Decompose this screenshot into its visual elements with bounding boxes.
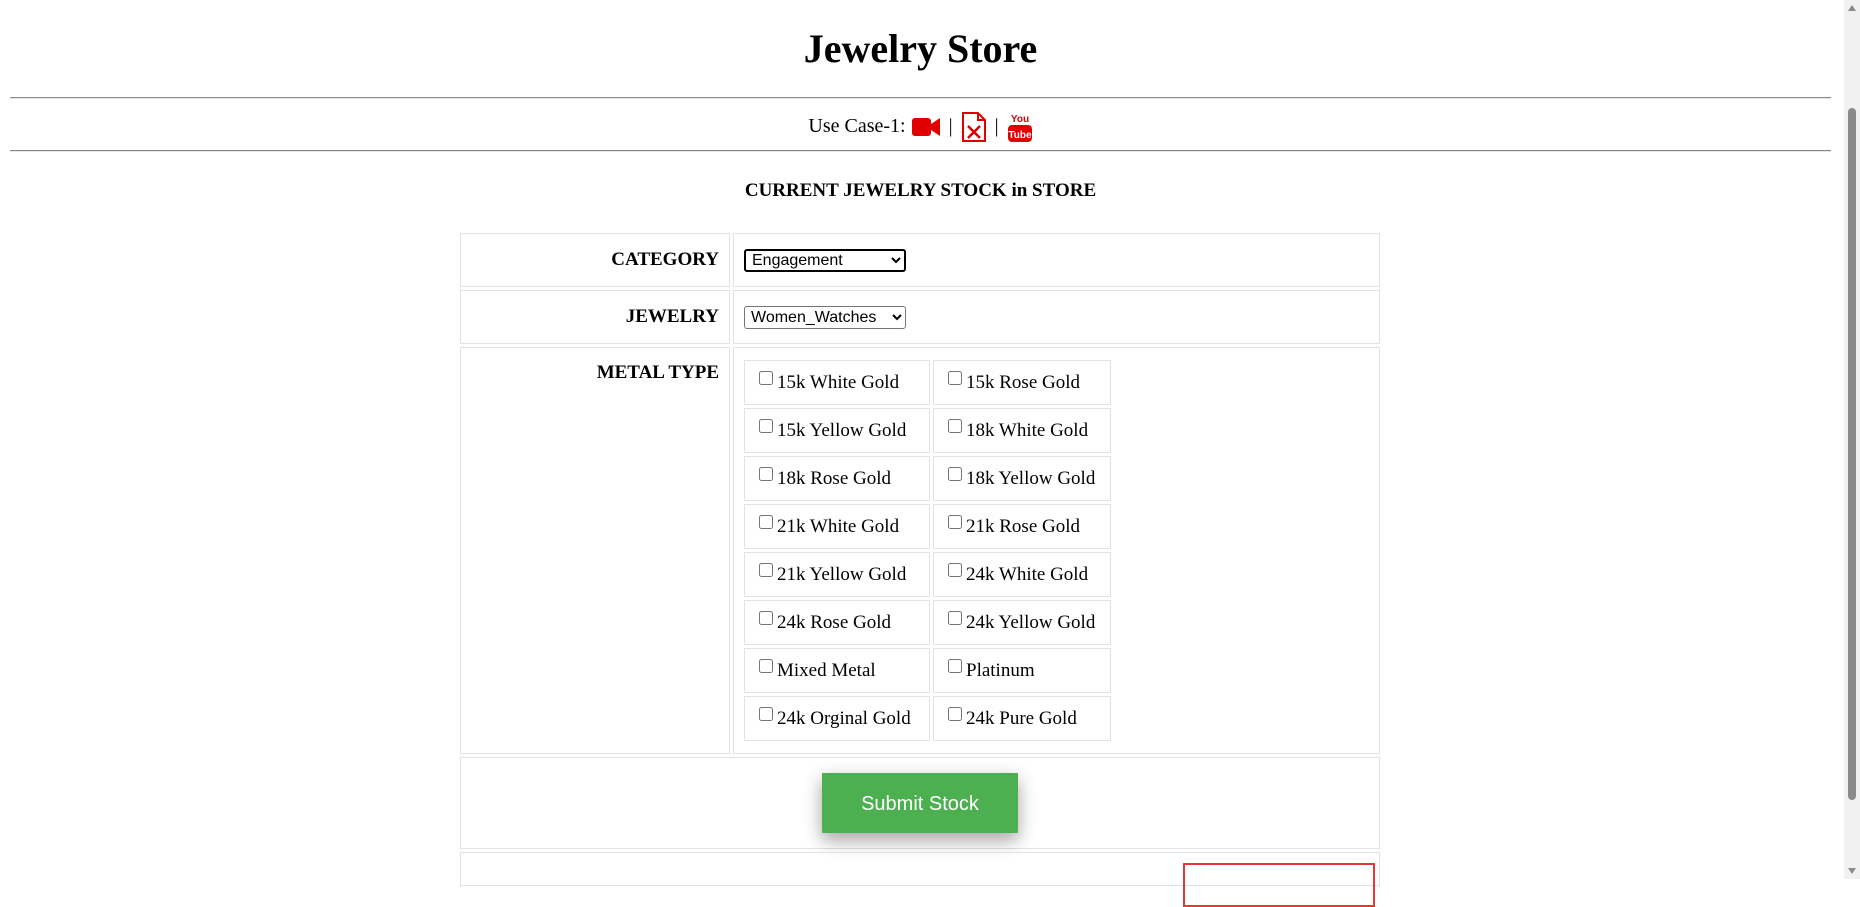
- scroll-up-arrow-icon[interactable]: [1848, 5, 1856, 11]
- metal-option-label: Platinum: [966, 660, 1035, 681]
- metal-option: Platinum: [933, 648, 1111, 693]
- video-camera-icon[interactable]: [911, 106, 941, 146]
- svg-text:You: You: [1011, 114, 1029, 125]
- metal-checkbox[interactable]: [948, 419, 962, 433]
- metal-option-label: 21k Yellow Gold: [777, 564, 907, 585]
- stock-form: CATEGORY Engagement JEWELRY Women_Watche…: [457, 230, 1383, 907]
- use-case-label: Use Case-1:: [808, 115, 906, 137]
- metal-option: 21k Rose Gold: [933, 504, 1111, 549]
- metal-type-grid-row: 24k Rose Gold 24k Yellow Gold: [744, 600, 1111, 645]
- red-outlined-box: [1183, 863, 1375, 907]
- metal-option: Mixed Metal: [744, 648, 930, 693]
- metal-checkbox[interactable]: [759, 515, 773, 529]
- metal-option: 15k Rose Gold: [933, 360, 1111, 405]
- metal-type-grid-row: 21k Yellow Gold 24k White Gold: [744, 552, 1111, 597]
- metal-type-label: METAL TYPE: [460, 347, 730, 754]
- youtube-icon[interactable]: You Tube: [1007, 106, 1033, 146]
- submit-row: Submit Stock: [460, 757, 1380, 849]
- metal-option-label: 18k White Gold: [966, 420, 1089, 441]
- metal-type-grid-row: 15k White Gold 15k Rose Gold: [744, 360, 1111, 405]
- jewelry-row: JEWELRY Women_Watches: [460, 290, 1380, 344]
- metal-option-label: 21k White Gold: [777, 516, 900, 537]
- metal-option-label: 15k White Gold: [777, 372, 900, 393]
- metal-checkbox[interactable]: [948, 707, 962, 721]
- metal-type-grid: 15k White Gold 15k Rose Gold 15k Yellow Go…: [741, 357, 1114, 744]
- page: Jewelry Store Use Case-1: | | You Tube C…: [10, 0, 1831, 907]
- metal-checkbox[interactable]: [948, 467, 962, 481]
- metal-checkbox[interactable]: [759, 707, 773, 721]
- metal-checkbox[interactable]: [759, 611, 773, 625]
- metal-type-grid-row: 15k Yellow Gold 18k White Gold: [744, 408, 1111, 453]
- jewelry-label: JEWELRY: [460, 290, 730, 344]
- metal-option: 24k Pure Gold: [933, 696, 1111, 741]
- metal-option-label: 15k Rose Gold: [966, 372, 1080, 393]
- use-case-separator-2: |: [994, 115, 999, 137]
- category-label: CATEGORY: [460, 233, 730, 287]
- metal-option: 24k White Gold: [933, 552, 1111, 597]
- metal-option: 15k Yellow Gold: [744, 408, 930, 453]
- metal-option: 18k White Gold: [933, 408, 1111, 453]
- use-case-bar: Use Case-1: | | You Tube: [10, 106, 1831, 146]
- metal-option: 21k Yellow Gold: [744, 552, 930, 597]
- divider-bottom: [10, 150, 1831, 152]
- metal-option-label: 21k Rose Gold: [966, 516, 1080, 537]
- category-row: CATEGORY Engagement: [460, 233, 1380, 287]
- metal-option-label: Mixed Metal: [777, 660, 876, 681]
- page-title: Jewelry Store: [803, 26, 1038, 71]
- metal-option: 18k Yellow Gold: [933, 456, 1111, 501]
- jewelry-select[interactable]: Women_Watches: [744, 305, 906, 329]
- metal-option-label: 15k Yellow Gold: [777, 420, 907, 441]
- use-case-separator: |: [948, 115, 953, 137]
- metal-option-label: 24k Pure Gold: [966, 708, 1077, 729]
- metal-type-grid-row: 21k White Gold 21k Rose Gold: [744, 504, 1111, 549]
- metal-checkbox[interactable]: [759, 467, 773, 481]
- pdf-file-icon[interactable]: [961, 106, 987, 146]
- metal-checkbox[interactable]: [948, 371, 962, 385]
- metal-option-label: 24k Rose Gold: [777, 612, 891, 633]
- metal-option: 24k Yellow Gold: [933, 600, 1111, 645]
- metal-checkbox[interactable]: [948, 659, 962, 673]
- metal-type-grid-row: 18k Rose Gold 18k Yellow Gold: [744, 456, 1111, 501]
- next-row: [460, 852, 1380, 907]
- metal-option: 15k White Gold: [744, 360, 930, 405]
- metal-option-label: 18k Rose Gold: [777, 468, 891, 489]
- metal-option-label: 18k Yellow Gold: [966, 468, 1096, 489]
- metal-checkbox[interactable]: [948, 563, 962, 577]
- scrollbar-thumb[interactable]: [1848, 108, 1856, 800]
- svg-text:Tube: Tube: [1008, 130, 1032, 141]
- metal-checkbox[interactable]: [948, 515, 962, 529]
- submit-stock-button[interactable]: Submit Stock: [822, 773, 1018, 833]
- scroll-down-arrow-icon[interactable]: [1848, 868, 1856, 874]
- metal-option: 18k Rose Gold: [744, 456, 930, 501]
- metal-type-grid-row: 24k Orginal Gold 24k Pure Gold: [744, 696, 1111, 741]
- metal-type-grid-row: Mixed Metal Platinum: [744, 648, 1111, 693]
- metal-checkbox[interactable]: [759, 371, 773, 385]
- category-select[interactable]: Engagement: [744, 248, 906, 272]
- vertical-scrollbar[interactable]: [1844, 0, 1860, 879]
- metal-checkbox[interactable]: [759, 419, 773, 433]
- metal-type-row: METAL TYPE 15k White Gold 15k Rose Gold 15…: [460, 347, 1380, 754]
- metal-option-label: 24k White Gold: [966, 564, 1089, 585]
- metal-option: 24k Rose Gold: [744, 600, 930, 645]
- section-heading: CURRENT JEWELRY STOCK in STORE: [744, 180, 1097, 201]
- metal-option-label: 24k Yellow Gold: [966, 612, 1096, 633]
- metal-checkbox[interactable]: [759, 659, 773, 673]
- metal-checkbox[interactable]: [759, 563, 773, 577]
- metal-option: 21k White Gold: [744, 504, 930, 549]
- metal-option: 24k Orginal Gold: [744, 696, 930, 741]
- metal-option-label: 24k Orginal Gold: [777, 708, 911, 729]
- metal-checkbox[interactable]: [948, 611, 962, 625]
- divider-top: [10, 97, 1831, 99]
